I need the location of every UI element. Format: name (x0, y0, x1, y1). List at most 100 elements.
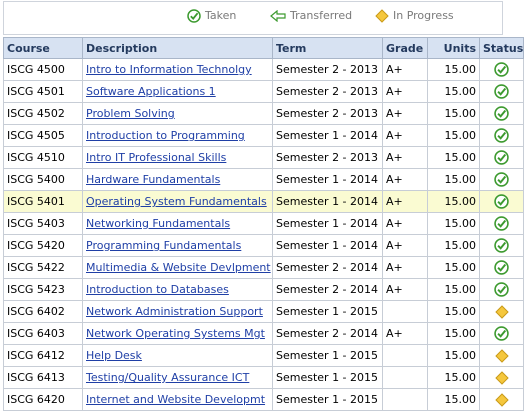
term-cell: Semester 2 - 2014 (272, 322, 383, 345)
term-cell: Semester 2 - 2013 (272, 58, 383, 81)
table-row: ISCG 4500 Intro to Information Technolgy S… (3, 58, 524, 81)
table-row: ISCG 4501 Software Applications 1 Semester… (3, 80, 524, 103)
grade-cell: A+ (382, 58, 428, 81)
column-header-units[interactable]: Units (427, 37, 480, 59)
grade-cell: A+ (382, 278, 428, 301)
grade-cell: A+ (382, 102, 428, 125)
grade-cell: A+ (382, 80, 428, 103)
units-cell: 15.00 (427, 190, 480, 213)
course-description-link[interactable]: Operating System Fundamentals (86, 195, 267, 208)
course-description-link[interactable]: Introduction to Databases (86, 283, 229, 296)
check-circle-icon (494, 216, 509, 231)
description-cell: Help Desk (82, 344, 273, 367)
description-cell: Introduction to Programming (82, 124, 273, 147)
course-code-cell: ISCG 6402 (3, 300, 83, 323)
units-cell: 15.00 (427, 102, 480, 125)
in-progress-diamond-icon (494, 370, 509, 385)
description-cell: Networking Fundamentals (82, 212, 273, 235)
course-description-link[interactable]: Software Applications 1 (86, 85, 216, 98)
term-cell: Semester 1 - 2014 (272, 234, 383, 257)
course-history-grid: Course Description Term Grade Units Stat… (3, 37, 524, 411)
course-code-cell: ISCG 5401 (3, 190, 83, 213)
course-description-link[interactable]: Testing/Quality Assurance ICT (86, 371, 249, 384)
course-code-cell: ISCG 4510 (3, 146, 83, 169)
column-header-course[interactable]: Course (3, 37, 83, 59)
term-cell: Semester 2 - 2013 (272, 80, 383, 103)
legend-in-progress: In Progress (375, 9, 454, 23)
grade-cell: A+ (382, 322, 428, 345)
check-circle-icon (494, 128, 509, 143)
units-cell: 15.00 (427, 388, 480, 411)
status-cell (479, 278, 524, 301)
course-description-link[interactable]: Networking Fundamentals (86, 217, 230, 230)
description-cell: Software Applications 1 (82, 80, 273, 103)
table-body: ISCG 4500 Intro to Information Technolgy S… (3, 58, 524, 411)
course-description-link[interactable]: Multimedia & Website Devlpment (86, 261, 271, 274)
units-cell: 15.00 (427, 168, 480, 191)
units-cell: 15.00 (427, 278, 480, 301)
status-cell (479, 234, 524, 257)
description-cell: Hardware Fundamentals (82, 168, 273, 191)
status-cell (479, 168, 524, 191)
course-description-link[interactable]: Network Administration Support (86, 305, 263, 318)
column-header-description[interactable]: Description (82, 37, 273, 59)
term-cell: Semester 2 - 2013 (272, 102, 383, 125)
course-description-link[interactable]: Hardware Fundamentals (86, 173, 220, 186)
table-row: ISCG 5422 Multimedia & Website Devlpment S… (3, 256, 524, 279)
column-header-term[interactable]: Term (272, 37, 383, 59)
course-code-cell: ISCG 6403 (3, 322, 83, 345)
course-description-link[interactable]: Intro to Information Technolgy (86, 63, 252, 76)
legend-transferred-label: Transferred (290, 9, 353, 22)
grade-cell (382, 344, 428, 367)
term-cell: Semester 1 - 2014 (272, 212, 383, 235)
check-circle-icon (494, 84, 509, 99)
grade-cell: A+ (382, 124, 428, 147)
column-header-grade[interactable]: Grade (382, 37, 428, 59)
grade-cell (382, 388, 428, 411)
grade-cell: A+ (382, 190, 428, 213)
course-description-link[interactable]: Problem Solving (86, 107, 175, 120)
units-cell: 15.00 (427, 300, 480, 323)
course-description-link[interactable]: Intro IT Professional Skills (86, 151, 226, 164)
table-row: ISCG 6413 Testing/Quality Assurance ICT Se… (3, 366, 524, 389)
description-cell: Problem Solving (82, 102, 273, 125)
status-cell (479, 322, 524, 345)
term-cell: Semester 1 - 2015 (272, 388, 383, 411)
units-cell: 15.00 (427, 322, 480, 345)
course-code-cell: ISCG 6420 (3, 388, 83, 411)
course-description-link[interactable]: Introduction to Programming (86, 129, 245, 142)
units-cell: 15.00 (427, 80, 480, 103)
units-cell: 15.00 (427, 58, 480, 81)
course-description-link[interactable]: Programming Fundamentals (86, 239, 241, 252)
column-header-status[interactable]: Status (479, 37, 524, 59)
course-code-cell: ISCG 4501 (3, 80, 83, 103)
units-cell: 15.00 (427, 344, 480, 367)
description-cell: Network Administration Support (82, 300, 273, 323)
check-circle-icon (494, 194, 509, 209)
term-cell: Semester 1 - 2015 (272, 300, 383, 323)
units-cell: 15.00 (427, 366, 480, 389)
status-cell (479, 256, 524, 279)
check-circle-icon (187, 9, 201, 23)
course-description-link[interactable]: Network Operating Systems Mgt (86, 327, 265, 340)
units-cell: 15.00 (427, 256, 480, 279)
status-cell (479, 124, 524, 147)
status-cell (479, 58, 524, 81)
units-cell: 15.00 (427, 212, 480, 235)
term-cell: Semester 1 - 2014 (272, 190, 383, 213)
legend-in-progress-label: In Progress (393, 9, 454, 22)
table-header-row: Course Description Term Grade Units Stat… (3, 37, 524, 59)
course-description-link[interactable]: Help Desk (86, 349, 142, 362)
status-cell (479, 366, 524, 389)
description-cell: Intro IT Professional Skills (82, 146, 273, 169)
course-description-link[interactable]: Internet and Website Developmt (86, 393, 265, 406)
table-row: ISCG 5403 Networking Fundamentals Semester… (3, 212, 524, 235)
description-cell: Programming Fundamentals (82, 234, 273, 257)
course-code-cell: ISCG 5420 (3, 234, 83, 257)
check-circle-icon (494, 150, 509, 165)
course-code-cell: ISCG 5403 (3, 212, 83, 235)
units-cell: 15.00 (427, 234, 480, 257)
check-circle-icon (494, 260, 509, 275)
description-cell: Internet and Website Developmt (82, 388, 273, 411)
status-cell (479, 146, 524, 169)
